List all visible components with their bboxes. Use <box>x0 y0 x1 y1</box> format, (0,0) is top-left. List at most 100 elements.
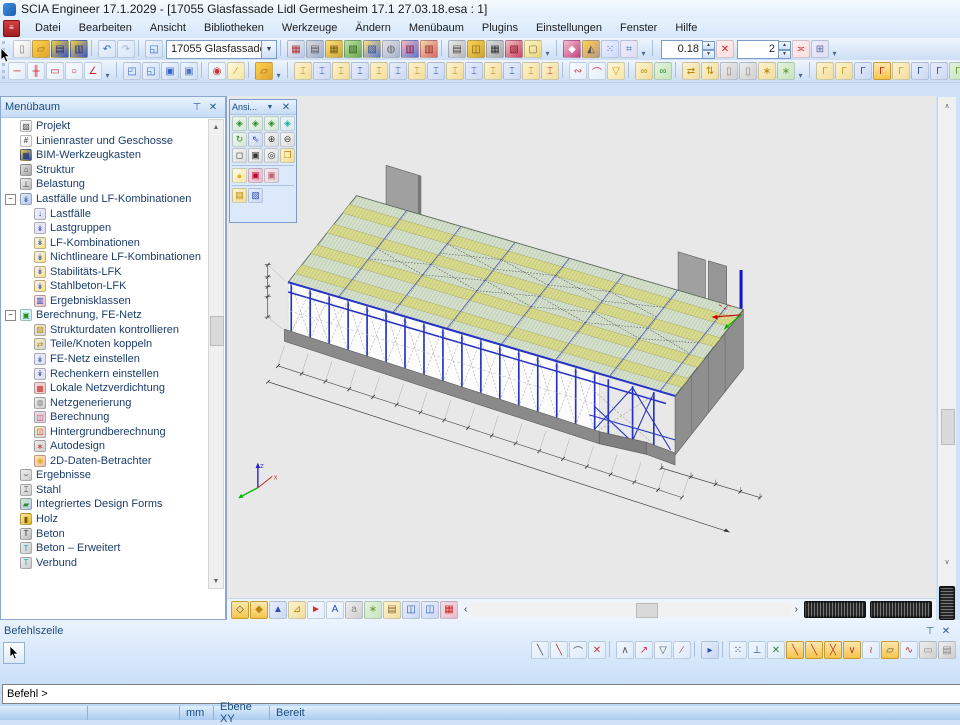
volumes-icon[interactable]: ▲ <box>269 601 287 619</box>
css-geometric-icon[interactable]: Γ <box>873 62 891 80</box>
pan-wheel[interactable] <box>804 601 866 618</box>
tree-item-rechenkern-einstellen[interactable]: ↡Rechenkern einstellen <box>2 366 207 381</box>
save-icon[interactable]: ▤ <box>51 40 69 58</box>
css-concrete-icon[interactable]: Γ <box>911 62 929 80</box>
tree-item-verbund[interactable]: TVerbund <box>2 555 207 570</box>
zoom-out-icon[interactable]: ⊖ <box>280 132 295 147</box>
load-display-icon[interactable]: ⊿ <box>288 601 306 619</box>
close-icon[interactable]: ✕ <box>938 624 954 639</box>
model-3d[interactable]: ZX <box>226 96 936 620</box>
shell-icon[interactable]: ⌶ <box>427 62 445 80</box>
cut-snap-icon[interactable]: ✕ <box>767 641 785 659</box>
percentage-snap-icon[interactable]: ∨ <box>843 641 861 659</box>
scale-red-icon[interactable]: ≍ <box>792 40 810 58</box>
draw-line-icon[interactable]: ╲ <box>531 641 549 659</box>
line-tool-icon[interactable]: ─ <box>8 62 26 80</box>
tree-item-fe-netz-einstellen[interactable]: ↡FE-Netz einstellen <box>2 352 207 367</box>
tree-item-autodesign[interactable]: ∗Autodesign <box>2 439 207 454</box>
tree-item-projekt[interactable]: ▨Projekt <box>2 119 207 134</box>
tree-item-2d-daten-betrachter[interactable]: ◉2D-Daten-Betrachter <box>2 454 207 469</box>
tree-item-berechnung[interactable]: ◫Berechnung <box>2 410 207 425</box>
copy-picture-icon[interactable]: ▨ <box>363 40 381 58</box>
clipping-box-icon[interactable]: ❒ <box>280 148 295 163</box>
menu-men-baum[interactable]: Menübaum <box>400 19 473 37</box>
document-icon[interactable]: ▤ <box>306 40 324 58</box>
menu-datei[interactable]: Datei <box>26 19 70 37</box>
tree-item-stahlbeton-lfk[interactable]: ↡Stahlbeton-LFK <box>2 279 207 294</box>
regenerate-icon[interactable]: ∗ <box>777 62 795 80</box>
tree-item-lastgruppen[interactable]: ↡Lastgruppen <box>2 221 207 236</box>
tree-item-struktur[interactable]: ⌂Struktur <box>2 163 207 178</box>
overflow-chevron-icon[interactable]: ▾ <box>273 62 284 80</box>
css-composed-icon[interactable]: Γ <box>949 62 960 80</box>
css-bridge-icon[interactable]: Γ <box>930 62 948 80</box>
tree-scrollbar[interactable]: ▲ ▼ <box>208 119 224 589</box>
project-combo-arrow-icon[interactable]: ▼ <box>262 40 277 59</box>
tree-item-ergebnisklassen[interactable]: ▥Ergebnisklassen <box>2 294 207 309</box>
view-y-icon[interactable]: ◈ <box>248 116 263 131</box>
clipboard-icon[interactable]: ▧ <box>505 40 523 58</box>
redo-icon[interactable]: ↷ <box>117 40 135 58</box>
view-parameters-icon[interactable]: ◭ <box>582 40 600 58</box>
overflow-chevron-icon[interactable]: ▾ <box>638 40 649 58</box>
status-units[interactable]: mm <box>180 706 214 720</box>
zoom-selection-icon[interactable]: ◎ <box>264 148 279 163</box>
vertex-slope-icon[interactable]: ∕ <box>673 641 691 659</box>
model-data-icon[interactable]: ∗ <box>364 601 382 619</box>
axis-cross-icon[interactable]: ⊥ <box>748 641 766 659</box>
menu-hilfe[interactable]: Hilfe <box>666 19 706 37</box>
tree-item-holz[interactable]: ▮Holz <box>2 512 207 527</box>
close-icon[interactable]: ✕ <box>205 100 221 115</box>
mirror-icon[interactable]: ▯ <box>720 62 738 80</box>
beam-icon[interactable]: ⌶ <box>351 62 369 80</box>
overflow-chevron-icon[interactable]: ▾ <box>795 62 806 80</box>
tree-expand-icon[interactable]: − <box>5 194 16 205</box>
view-z-icon[interactable]: ◈ <box>264 116 279 131</box>
wall-icon[interactable]: ⌶ <box>408 62 426 80</box>
picture-gallery-icon[interactable]: ◍ <box>382 40 400 58</box>
viewport-hscrollbar[interactable] <box>471 602 790 617</box>
pin-icon[interactable]: ⊤ <box>189 100 205 115</box>
tree-item-stabilitäts-lfk[interactable]: ↡Stabilitäts-LFK <box>2 264 207 279</box>
tree-item-nichtlineare-lf-kombinationen[interactable]: ↡Nichtlineare LF-Kombinationen <box>2 250 207 265</box>
menu-bearbeiten[interactable]: Bearbeiten <box>70 19 141 37</box>
viewport-vscrollbar[interactable]: ∧ ∨ <box>937 97 956 587</box>
labels-flag-icon[interactable]: ► <box>307 601 325 619</box>
midpoint-snap-icon[interactable]: ╲ <box>805 641 823 659</box>
tree-expand-icon[interactable]: − <box>5 310 16 321</box>
grid-tool-icon[interactable]: ╫ <box>27 62 45 80</box>
move-icon[interactable]: ⇄ <box>682 62 700 80</box>
scroll-down-icon[interactable]: ∨ <box>940 555 954 569</box>
view-axo-icon[interactable]: ◈ <box>280 116 295 131</box>
count-spinner-buttons[interactable]: ▲▼ <box>779 41 791 58</box>
named-view2-icon[interactable]: ◫ <box>421 601 439 619</box>
snap-bowtie-icon[interactable]: ✕ <box>716 40 734 58</box>
mdi-document-icon[interactable]: ≡ <box>3 20 20 37</box>
vertex-angle-icon[interactable]: ∧ <box>616 641 634 659</box>
tree-item-netzgenerierung[interactable]: ◍Netzgenerierung <box>2 395 207 410</box>
view-photo2-icon[interactable]: ▣ <box>264 168 279 183</box>
support-icon[interactable]: ▽ <box>607 62 625 80</box>
subregion-icon[interactable]: ⌶ <box>465 62 483 80</box>
engineering-report-icon[interactable]: ▦ <box>287 40 305 58</box>
load-panel-icon[interactable]: ⌶ <box>484 62 502 80</box>
new-document-icon[interactable]: ▯ <box>13 40 31 58</box>
scroll-down-icon[interactable]: ▼ <box>209 574 223 588</box>
paperspace-icon[interactable]: ▥ <box>401 40 419 58</box>
viewport-vscrollbar-thumb[interactable] <box>941 409 955 445</box>
menu-plugins[interactable]: Plugins <box>473 19 527 37</box>
circle-tool-icon[interactable]: ○ <box>65 62 83 80</box>
pin-icon[interactable]: ⊤ <box>922 624 938 639</box>
no-redraw-icon[interactable]: ∕ <box>227 62 245 80</box>
tangent-snap-icon[interactable]: ≀ <box>862 641 880 659</box>
overflow-chevron-icon[interactable]: ▾ <box>542 40 553 58</box>
tree-item-integriertes-design-forms[interactable]: ▰Integriertes Design Forms <box>2 497 207 512</box>
status-plane[interactable]: Ebene XY <box>214 706 270 720</box>
abs-labels-icon[interactable]: a <box>345 601 363 619</box>
dot-grid-icon[interactable]: ⁙ <box>601 40 619 58</box>
overflow-chevron-icon[interactable]: ▾ <box>829 40 840 58</box>
undo-icon[interactable]: ↶ <box>98 40 116 58</box>
arc-point-snap-icon[interactable]: ∿ <box>900 641 918 659</box>
spin-up-icon[interactable]: ▲ <box>779 41 791 50</box>
tree-item-beton-erweitert[interactable]: TBeton – Erweitert <box>2 541 207 556</box>
